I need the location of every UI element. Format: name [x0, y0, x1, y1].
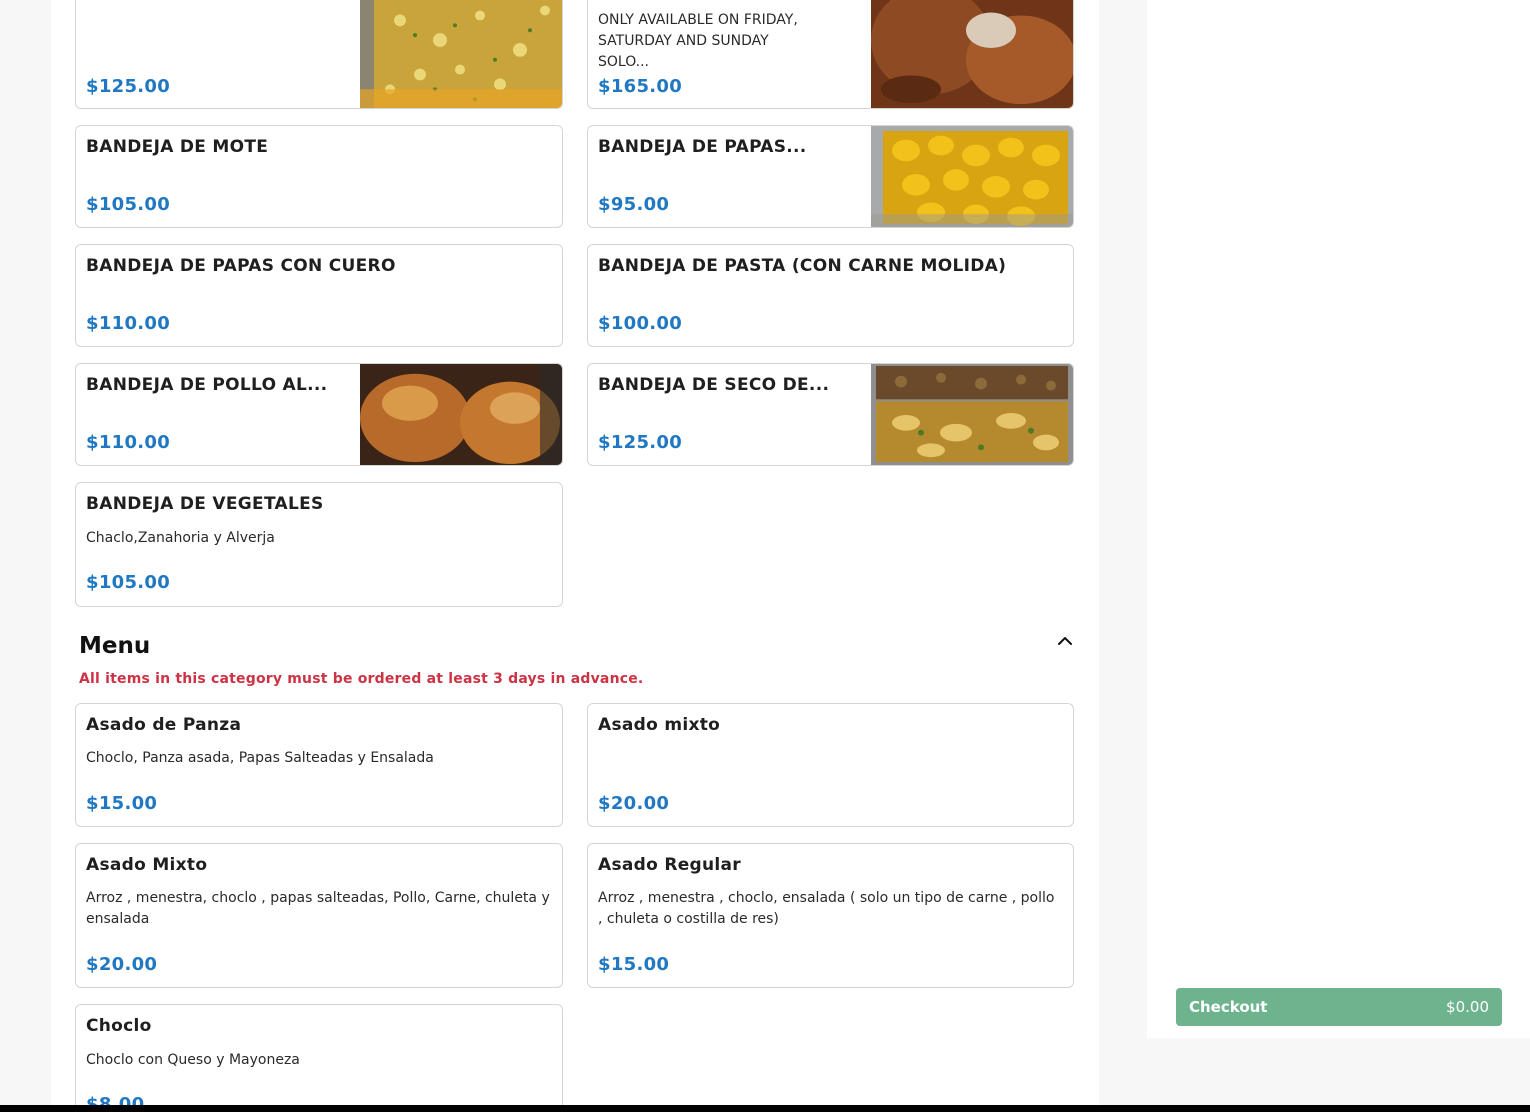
section-title: Menu [79, 633, 151, 659]
item-name: Asado de Panza [86, 715, 242, 735]
menu-item-card[interactable]: BANDEJA DE VEGETALES Chaclo,Zanahoria y … [75, 482, 563, 607]
menu-item-card[interactable]: BANDEJA DE MOTE $105.00 [75, 125, 563, 228]
item-price: $15.00 [86, 793, 158, 814]
item-description: Arroz , menestra , choclo, ensalada ( so… [598, 890, 1055, 927]
food-photo-icon [360, 0, 562, 108]
item-price: $15.00 [598, 954, 670, 975]
item-name: BANDEJA DE SECO DE... [598, 375, 830, 395]
page: $125.00 ONLY AVAILABLE ON FRIDAY, SATURD… [0, 0, 1530, 1112]
item-price: $110.00 [86, 313, 171, 334]
advance-order-notice: All items in this category must be order… [79, 671, 644, 687]
checkout-label: Checkout [1189, 998, 1268, 1016]
menu-item-card[interactable]: ONLY AVAILABLE ON FRIDAY, SATURDAY AND S… [587, 0, 1074, 109]
item-name: BANDEJA DE VEGETALES [86, 494, 324, 514]
chevron-up-icon[interactable] [1053, 629, 1077, 653]
menu-item-card[interactable]: $125.00 [75, 0, 563, 109]
item-description: Chaclo,Zanahoria y Alverja [86, 530, 275, 546]
menu-item-card[interactable]: BANDEJA DE SECO DE... $125.00 [587, 363, 1074, 466]
item-price: $105.00 [86, 572, 171, 593]
item-name: BANDEJA DE POLLO AL... [86, 375, 328, 395]
item-name: Asado Mixto [86, 855, 208, 875]
checkout-button[interactable]: Checkout $0.00 [1176, 988, 1502, 1026]
item-description: ONLY AVAILABLE ON FRIDAY, SATURDAY AND S… [598, 12, 798, 70]
item-price: $20.00 [86, 954, 158, 975]
food-photo-icon [360, 364, 562, 465]
menu-item-card[interactable]: Asado de Panza Choclo, Panza asada, Papa… [75, 703, 563, 827]
item-name: Asado mixto [598, 715, 721, 735]
item-name: BANDEJA DE PAPAS CON CUERO [86, 256, 396, 276]
item-name: BANDEJA DE PAPAS... [598, 137, 807, 157]
menu-item-card[interactable]: Choclo Choclo con Queso y Mayoneza $8.00 [75, 1004, 563, 1112]
item-price: $20.00 [598, 793, 670, 814]
item-price: $100.00 [598, 313, 683, 334]
food-photo-icon [871, 126, 1073, 227]
item-price: $105.00 [86, 194, 171, 215]
checkout-total: $0.00 [1446, 998, 1489, 1016]
item-price: $165.00 [598, 76, 683, 97]
item-name: Asado Regular [598, 855, 741, 875]
item-name: BANDEJA DE PASTA (CON CARNE MOLIDA) [598, 256, 1007, 276]
item-description: Arroz , menestra, choclo , papas saltead… [86, 890, 550, 927]
menu-item-card[interactable]: BANDEJA DE PAPAS CON CUERO $110.00 [75, 244, 563, 347]
item-description: Choclo, Panza asada, Papas Salteadas y E… [86, 750, 434, 766]
item-price: $95.00 [598, 194, 670, 215]
food-photo-icon [871, 364, 1073, 465]
item-price: $125.00 [86, 76, 171, 97]
menu-item-card[interactable]: Asado Regular Arroz , menestra , choclo,… [587, 843, 1074, 988]
menu-item-card[interactable]: Asado mixto $20.00 [587, 703, 1074, 827]
menu-item-card[interactable]: BANDEJA DE PAPAS... $95.00 [587, 125, 1074, 228]
bottom-edge [0, 1105, 1530, 1112]
item-price: $125.00 [598, 432, 683, 453]
item-name: Choclo [86, 1016, 152, 1036]
menu-item-card[interactable]: BANDEJA DE PASTA (CON CARNE MOLIDA) $100… [587, 244, 1074, 347]
menu-item-card[interactable]: Asado Mixto Arroz , menestra, choclo , p… [75, 843, 563, 988]
food-photo-icon [871, 0, 1073, 108]
item-name: BANDEJA DE MOTE [86, 137, 269, 157]
cart-sidebar [1147, 0, 1530, 1038]
item-description: Choclo con Queso y Mayoneza [86, 1052, 300, 1068]
menu-item-card[interactable]: BANDEJA DE POLLO AL... $110.00 [75, 363, 563, 466]
item-price: $110.00 [86, 432, 171, 453]
